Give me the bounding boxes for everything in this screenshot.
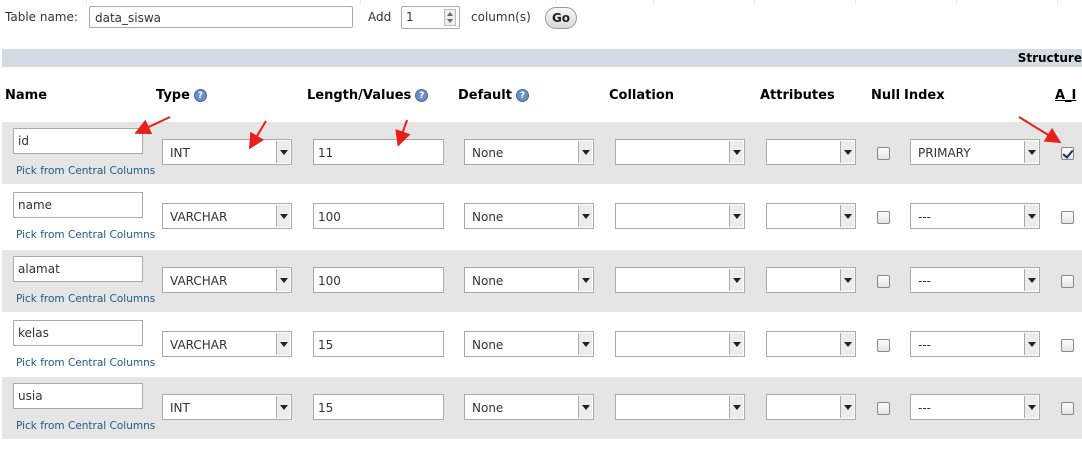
red-arrow-annotation <box>248 120 267 150</box>
red-arrow-annotation <box>1018 116 1062 144</box>
red-arrow-annotation <box>395 119 411 147</box>
annotation-arrows <box>134 116 1062 150</box>
red-arrow-annotation <box>134 116 171 135</box>
